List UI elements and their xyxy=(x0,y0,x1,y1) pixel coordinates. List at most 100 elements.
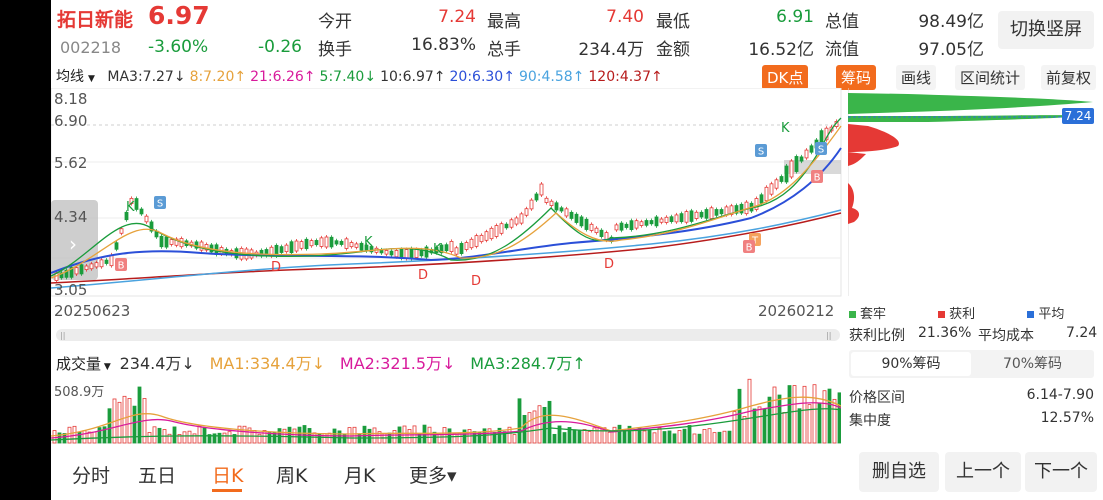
ma-value-3: 5:7.40↓ xyxy=(319,69,377,85)
candle xyxy=(549,200,554,206)
chip-locked-area xyxy=(848,93,1093,114)
range-stats-button[interactable]: 区间统计 xyxy=(955,65,1026,90)
volume-bar xyxy=(757,406,762,444)
volume-bar xyxy=(422,424,427,444)
volume-bar xyxy=(717,431,722,444)
candle xyxy=(779,176,784,182)
buy-signal-label: B xyxy=(118,261,125,272)
candle xyxy=(624,223,629,228)
timeline-scrollbar[interactable]: || || xyxy=(56,329,840,341)
volume-bar xyxy=(762,408,767,444)
price-range-label: 价格区间 xyxy=(849,390,905,406)
turnover-value: 16.83% xyxy=(411,35,476,55)
ma-selector[interactable]: 均线 ▼ xyxy=(56,69,99,85)
candle xyxy=(739,203,744,214)
buy-signal: B xyxy=(811,170,823,184)
profit-ratio-value: 21.36% xyxy=(918,325,972,341)
volume-bar xyxy=(577,429,582,444)
chip-distribution-chart: 7.24 xyxy=(848,88,1094,296)
legend-label: 平均 xyxy=(1038,307,1065,322)
draw-line-button[interactable]: 画线 xyxy=(896,65,937,90)
candle xyxy=(454,247,459,255)
tab-70-percent[interactable]: 70%筹码 xyxy=(973,352,1092,376)
dk-point-button[interactable]: DK点 xyxy=(762,65,809,90)
sell-signal-label: S xyxy=(157,199,163,210)
adjust-price-button[interactable]: 前复权 xyxy=(1041,65,1097,90)
volume-bar xyxy=(582,429,587,444)
remove-watchlist-button[interactable]: 删自选 xyxy=(859,452,939,492)
volume-bar xyxy=(197,425,202,444)
volume-bar xyxy=(337,430,342,444)
volume-bar xyxy=(312,432,317,444)
candle xyxy=(524,208,529,216)
volume-bar xyxy=(217,432,222,444)
candle xyxy=(324,236,329,248)
candle xyxy=(794,156,799,172)
candle xyxy=(409,248,414,260)
mktcap-label: 总值 xyxy=(825,12,859,32)
candle xyxy=(674,214,679,223)
candle xyxy=(449,240,454,253)
volume-bar xyxy=(172,426,177,444)
volume-bar xyxy=(552,433,557,444)
candle xyxy=(699,211,704,218)
ma-indicator-bar: 均线 ▼ MA3:7.27↓ 8:7.20↑ 21:6.26↑ 5:7.40↓ 10:6.… xyxy=(56,66,671,86)
volume-bar xyxy=(737,388,742,444)
turnover-label: 换手 xyxy=(318,40,352,60)
next-stock-button[interactable]: 下一个 xyxy=(1025,452,1097,492)
k-signal: K xyxy=(433,242,442,257)
volume-indicator-bar: 成交量 ▼ 234.4万↓ MA1:334.4万↓ MA2:321.5万↓ MA… xyxy=(56,350,586,374)
candle xyxy=(529,199,534,210)
tab-period-0[interactable]: 分时 xyxy=(72,461,110,488)
volume-bar xyxy=(792,385,797,444)
toggle-portrait-button[interactable]: 切换竖屏 xyxy=(998,11,1094,49)
candle xyxy=(344,238,349,249)
candle xyxy=(94,262,99,268)
ma-value-7: 120:4.37↑ xyxy=(588,69,663,85)
volume-bar xyxy=(672,433,677,444)
buy-signal-label: B xyxy=(814,173,821,184)
candle xyxy=(164,236,169,248)
candle xyxy=(304,238,309,250)
low-value: 6.91 xyxy=(776,7,814,27)
tab-period-4[interactable]: 月K xyxy=(344,461,375,488)
legend-item-locked: 套牢 xyxy=(849,307,886,322)
candle xyxy=(334,240,339,245)
kline-chart[interactable]: › BSSBSTBKK KKDD DD xyxy=(51,88,847,338)
d-signal: D xyxy=(604,257,614,272)
candle xyxy=(559,207,564,212)
candle xyxy=(104,259,109,264)
tab-period-1[interactable]: 五日 xyxy=(138,461,176,488)
amount-label: 金额 xyxy=(656,40,690,60)
candle xyxy=(534,193,539,201)
legend-item-profit: 获利 xyxy=(938,307,975,322)
volume-bar xyxy=(712,432,717,444)
candle xyxy=(289,241,294,254)
tab-period-3[interactable]: 周K xyxy=(276,461,307,488)
previous-stock-button[interactable]: 上一个 xyxy=(945,452,1021,492)
volume-selector[interactable]: 成交量 ▼ xyxy=(56,355,111,373)
concentration-value: 12.57% xyxy=(1040,410,1094,426)
candle xyxy=(584,218,589,230)
volume-bar xyxy=(82,430,87,444)
ma-value-6: 90:4.58↑ xyxy=(518,69,585,85)
chips-button[interactable]: 筹码 xyxy=(836,65,877,90)
candle xyxy=(594,227,599,234)
candle xyxy=(144,215,149,223)
stock-price: 6.97 xyxy=(148,1,210,30)
tab-period-5[interactable]: 更多▾ xyxy=(409,461,457,488)
tab-period-2[interactable]: 日K xyxy=(212,461,243,488)
candle xyxy=(724,206,729,216)
volume-bar xyxy=(482,428,487,444)
k-signal: K xyxy=(364,235,373,250)
d-signal: D xyxy=(271,260,281,275)
volume-chart[interactable] xyxy=(51,376,841,444)
volume-bar xyxy=(657,427,662,444)
volume-bar xyxy=(767,396,772,444)
candle xyxy=(484,231,489,241)
volume-bar xyxy=(152,426,157,444)
change-pct: -3.60% xyxy=(148,37,209,57)
stock-code: 002218 xyxy=(60,38,122,57)
tab-90-percent[interactable]: 90%筹码 xyxy=(851,352,971,376)
volume-bar xyxy=(87,431,92,444)
